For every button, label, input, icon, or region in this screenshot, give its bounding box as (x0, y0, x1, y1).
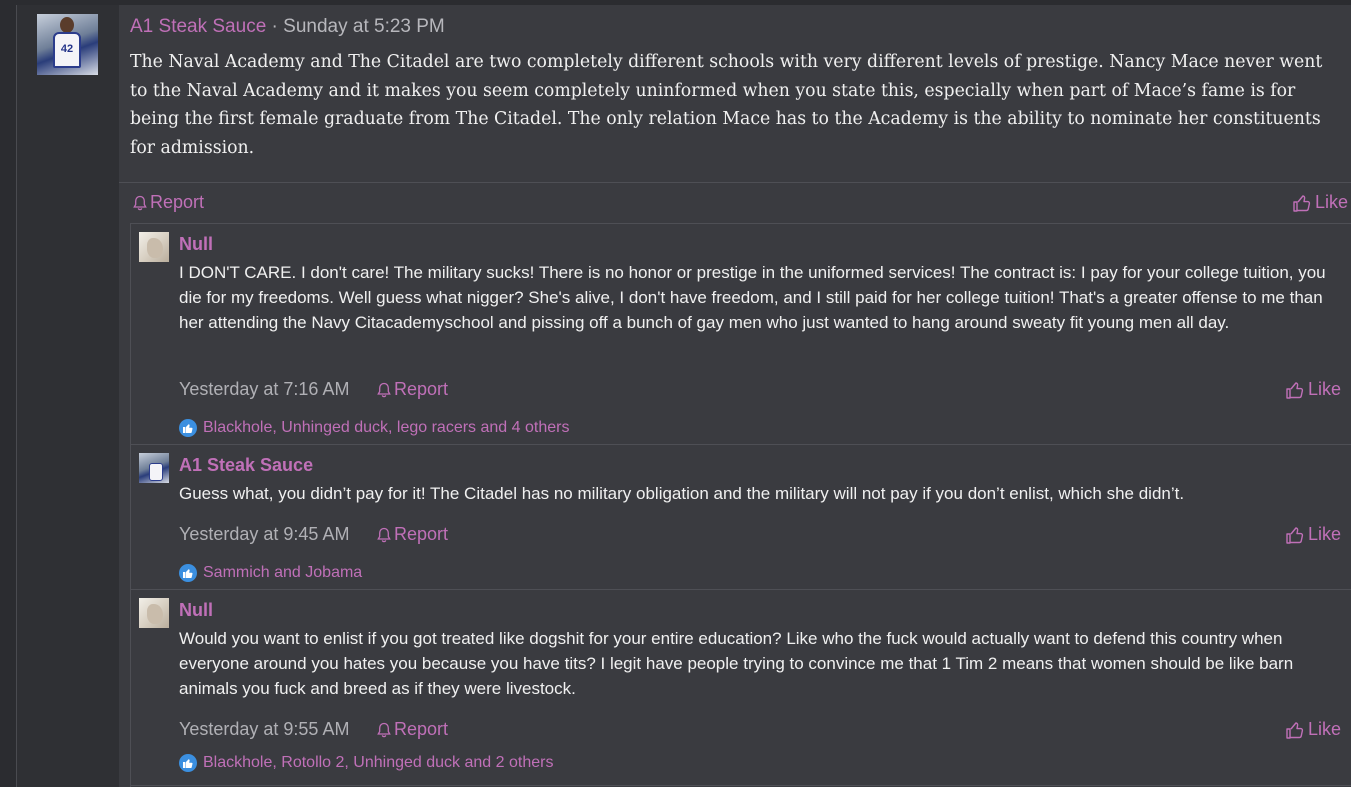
page-left-gutter (0, 0, 16, 787)
post-main: A1 Steak Sauce · Sunday at 5:23 PM The N… (119, 5, 1351, 787)
bell-icon (377, 722, 391, 737)
report-label: Report (394, 719, 449, 739)
thumbs-up-icon (1286, 721, 1304, 739)
header-separator: · (266, 16, 284, 37)
post-user-sidebar: 42 (17, 5, 119, 787)
thumbs-up-icon (1286, 526, 1304, 544)
comment-item: Null I DON'T CARE. I don't care! The mil… (131, 224, 1351, 445)
report-label: Report (394, 524, 449, 544)
post-author-link[interactable]: A1 Steak Sauce (130, 16, 266, 37)
like-label: Like (1315, 192, 1349, 212)
comment-avatar[interactable] (139, 453, 169, 483)
bell-icon (377, 527, 391, 542)
comment-like-button[interactable]: Like (1285, 379, 1341, 400)
post-like-button[interactable]: Like (1292, 192, 1348, 213)
comment-timestamp[interactable]: Yesterday at 7:16 AM (179, 379, 349, 400)
avatar-figure-jersey: 42 (53, 32, 81, 68)
like-reaction-icon (179, 754, 197, 772)
bell-icon (133, 195, 147, 210)
comment-avatar[interactable] (139, 598, 169, 628)
comment-author-link[interactable]: Null (179, 600, 213, 621)
comment-timestamp[interactable]: Yesterday at 9:55 AM (179, 719, 349, 740)
comment-item: A1 Steak Sauce Guess what, you didn’t pa… (131, 445, 1351, 590)
comment-author-link[interactable]: Null (179, 234, 213, 255)
reaction-names[interactable]: Blackhole, Rotollo 2, Unhinged duck and … (203, 754, 553, 772)
post-header: A1 Steak Sauce · Sunday at 5:23 PM (130, 16, 445, 38)
like-reaction-icon (179, 419, 197, 437)
reaction-names[interactable]: Blackhole, Unhinged duck, lego racers an… (203, 419, 569, 437)
bell-icon (377, 382, 391, 397)
comment-author-link[interactable]: A1 Steak Sauce (179, 455, 313, 476)
comment-like-button[interactable]: Like (1285, 719, 1341, 740)
report-label: Report (150, 192, 205, 212)
post-body: The Naval Academy and The Citadel are tw… (130, 52, 1323, 159)
comment-report-button[interactable]: Report (377, 524, 448, 545)
like-label: Like (1308, 719, 1342, 739)
comment-reactions[interactable]: Blackhole, Unhinged duck, lego racers an… (179, 419, 569, 437)
comment-timestamp[interactable]: Yesterday at 9:45 AM (179, 524, 349, 545)
post-author-avatar[interactable]: 42 (37, 14, 98, 75)
reaction-names[interactable]: Sammich and Jobama (203, 564, 362, 582)
comment-reactions[interactable]: Blackhole, Rotollo 2, Unhinged duck and … (179, 754, 553, 772)
comment-item: Null Would you want to enlist if you got… (131, 590, 1351, 786)
comment-report-button[interactable]: Report (377, 379, 448, 400)
post-timestamp[interactable]: Sunday at 5:23 PM (283, 16, 445, 37)
thumbs-up-icon (1286, 381, 1304, 399)
report-label: Report (394, 379, 449, 399)
comment-reactions[interactable]: Sammich and Jobama (179, 564, 362, 582)
comment-text: Guess what, you didn’t pay for it! The C… (179, 484, 1185, 503)
comment-text: Would you want to enlist if you got trea… (179, 629, 1294, 698)
comment-report-button[interactable]: Report (377, 719, 448, 740)
comment-like-button[interactable]: Like (1285, 524, 1341, 545)
avatar-figure-head (60, 17, 74, 33)
post-footer: Report Like (119, 182, 1351, 222)
like-reaction-icon (179, 564, 197, 582)
comment-avatar[interactable] (139, 232, 169, 262)
post-report-button[interactable]: Report (133, 192, 204, 213)
forum-post: 42 A1 Steak Sauce · Sunday at 5:23 PM Th… (16, 5, 1351, 787)
like-label: Like (1308, 379, 1342, 399)
like-label: Like (1308, 524, 1342, 544)
thumbs-up-icon (1293, 194, 1311, 212)
comment-thread: Null I DON'T CARE. I don't care! The mil… (130, 223, 1351, 787)
comment-text: I DON'T CARE. I don't care! The military… (179, 263, 1326, 332)
